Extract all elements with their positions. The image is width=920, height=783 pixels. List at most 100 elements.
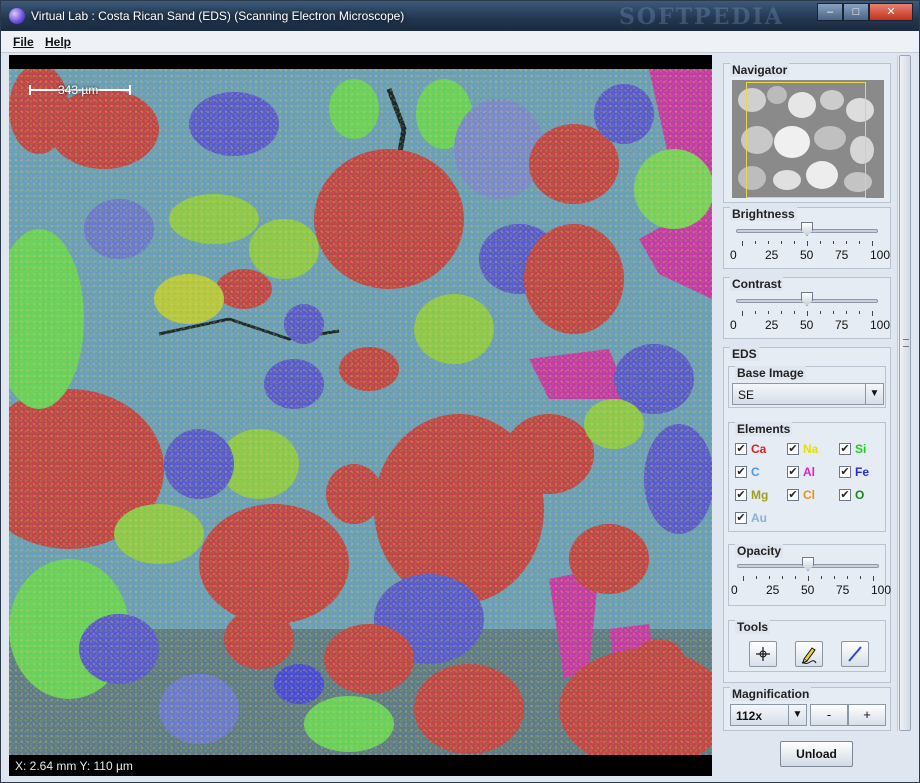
tick-label: 100 xyxy=(870,248,891,262)
navigator-thumbnail[interactable] xyxy=(732,80,884,198)
sidebar-scrollbar[interactable] xyxy=(897,55,911,731)
element-symbol: Mg xyxy=(751,488,769,502)
element-checkbox-al[interactable]: ✔ Al xyxy=(787,464,815,480)
menu-file[interactable]: File xyxy=(13,35,34,49)
checkbox[interactable]: ✔ xyxy=(839,489,851,501)
main-window: Virtual Lab : Costa Rican Sand (EDS) (Sc… xyxy=(0,0,920,783)
brightness-slider[interactable] xyxy=(736,222,878,240)
navigator-panel: Navigator xyxy=(723,63,891,203)
brightness-title: Brightness xyxy=(730,207,797,221)
element-symbol: Cl xyxy=(803,488,815,502)
line-icon xyxy=(848,646,862,662)
tools-panel: Tools xyxy=(728,620,886,672)
checkbox[interactable]: ✔ xyxy=(787,443,799,455)
navigator-title: Navigator xyxy=(730,63,790,77)
tick-label: 75 xyxy=(835,318,849,332)
menu-bar: File Help xyxy=(1,31,919,53)
sand-grains-image xyxy=(9,69,712,755)
element-symbol: Al xyxy=(803,465,815,479)
minimize-button[interactable]: – xyxy=(817,3,843,21)
checkbox[interactable]: ✔ xyxy=(787,466,799,478)
viewer-top-bar xyxy=(9,55,712,69)
tick-label: 50 xyxy=(800,318,814,332)
line-tool-button[interactable] xyxy=(841,641,869,667)
menu-help[interactable]: Help xyxy=(45,35,71,49)
slider-thumb[interactable] xyxy=(801,222,813,236)
element-checkbox-na[interactable]: ✔ Na xyxy=(787,441,818,457)
opacity-panel: Opacity 0 25 50 75 100 xyxy=(728,544,891,606)
opacity-title: Opacity xyxy=(735,544,784,558)
sem-image-viewer[interactable]: 343 µm X: 2.64 mm Y: 110 µm xyxy=(9,55,712,776)
tick-label: 25 xyxy=(765,248,779,262)
checkbox[interactable]: ✔ xyxy=(735,512,747,524)
tick-label: 100 xyxy=(871,583,892,597)
element-checkbox-cl[interactable]: ✔ Cl xyxy=(787,487,815,503)
magnification-select[interactable]: 112x ▼ xyxy=(730,704,807,726)
contrast-slider[interactable] xyxy=(736,292,878,310)
base-image-value: SE xyxy=(738,388,755,402)
tick-label: 100 xyxy=(870,318,891,332)
chevron-down-icon[interactable]: ▼ xyxy=(788,705,806,725)
crosshair-tool-button[interactable] xyxy=(749,641,777,667)
slider-thumb[interactable] xyxy=(801,292,813,306)
element-checkbox-si[interactable]: ✔ Si xyxy=(839,441,866,457)
checkbox[interactable]: ✔ xyxy=(735,466,747,478)
elements-title: Elements xyxy=(735,422,793,436)
app-icon xyxy=(9,8,25,24)
checkbox[interactable]: ✔ xyxy=(787,489,799,501)
magnification-title: Magnification xyxy=(730,687,812,701)
close-button[interactable]: ✕ xyxy=(869,3,913,21)
tick-label: 75 xyxy=(835,248,849,262)
element-symbol: C xyxy=(751,465,760,479)
element-checkbox-mg[interactable]: ✔ Mg xyxy=(735,487,768,503)
element-symbol: Si xyxy=(855,442,867,456)
cursor-coordinates: X: 2.64 mm Y: 110 µm xyxy=(15,759,133,773)
element-checkbox-au[interactable]: ✔ Au xyxy=(735,510,767,526)
window-title: Virtual Lab : Costa Rican Sand (EDS) (Sc… xyxy=(31,9,405,23)
checkbox[interactable]: ✔ xyxy=(839,466,851,478)
brightness-panel: Brightness 0 25 50 75 100 xyxy=(723,207,891,269)
pencil-icon xyxy=(801,647,817,664)
navigator-viewport-box[interactable] xyxy=(746,82,866,198)
unload-button[interactable]: Unload xyxy=(780,741,853,767)
crosshair-icon xyxy=(756,647,770,661)
magnification-value: 112x xyxy=(736,709,763,723)
checkbox[interactable]: ✔ xyxy=(839,443,851,455)
tools-title: Tools xyxy=(735,620,771,634)
checkbox[interactable]: ✔ xyxy=(735,443,747,455)
contrast-panel: Contrast 0 25 50 75 100 xyxy=(723,277,891,339)
action-bar: Unload xyxy=(723,733,913,778)
title-bar[interactable]: Virtual Lab : Costa Rican Sand (EDS) (Sc… xyxy=(1,1,919,31)
sem-eds-image[interactable]: 343 µm xyxy=(9,69,712,755)
scrollbar-thumb[interactable] xyxy=(899,55,911,731)
tick-label: 50 xyxy=(801,583,815,597)
element-symbol: Na xyxy=(803,442,819,456)
softpedia-watermark: SOFTPEDIA xyxy=(619,4,784,30)
checkbox[interactable]: ✔ xyxy=(735,489,747,501)
magnification-panel: Magnification 112x ▼ - + xyxy=(723,687,891,731)
chevron-down-icon[interactable]: ▼ xyxy=(865,384,883,404)
tick-label: 75 xyxy=(836,583,850,597)
tick-label: 0 xyxy=(730,248,737,262)
zoom-out-button[interactable]: - xyxy=(810,704,848,726)
element-symbol: Au xyxy=(751,511,767,525)
tick-label: 25 xyxy=(766,583,780,597)
element-checkbox-o[interactable]: ✔ O xyxy=(839,487,864,503)
maximize-button[interactable]: □ xyxy=(843,3,869,21)
opacity-ticks xyxy=(737,576,883,582)
slider-thumb[interactable] xyxy=(802,557,814,571)
element-symbol: Fe xyxy=(855,465,870,479)
base-image-title: Base Image xyxy=(735,366,806,380)
element-checkbox-c[interactable]: ✔ C xyxy=(735,464,760,480)
eds-panel: EDS Base Image SE ▼ Elements ✔ Ca ✔ Na ✔ Si ✔ C… xyxy=(723,347,891,683)
tick-label: 25 xyxy=(765,318,779,332)
zoom-in-button[interactable]: + xyxy=(848,704,886,726)
tick-label: 0 xyxy=(731,583,738,597)
element-checkbox-ca[interactable]: ✔ Ca xyxy=(735,441,766,457)
base-image-select[interactable]: SE ▼ xyxy=(732,383,884,405)
scale-bar-label: 343 µm xyxy=(58,83,99,97)
tick-label: 50 xyxy=(800,248,814,262)
opacity-slider[interactable] xyxy=(737,557,879,575)
element-checkbox-fe[interactable]: ✔ Fe xyxy=(839,464,869,480)
pencil-tool-button[interactable] xyxy=(795,641,823,667)
